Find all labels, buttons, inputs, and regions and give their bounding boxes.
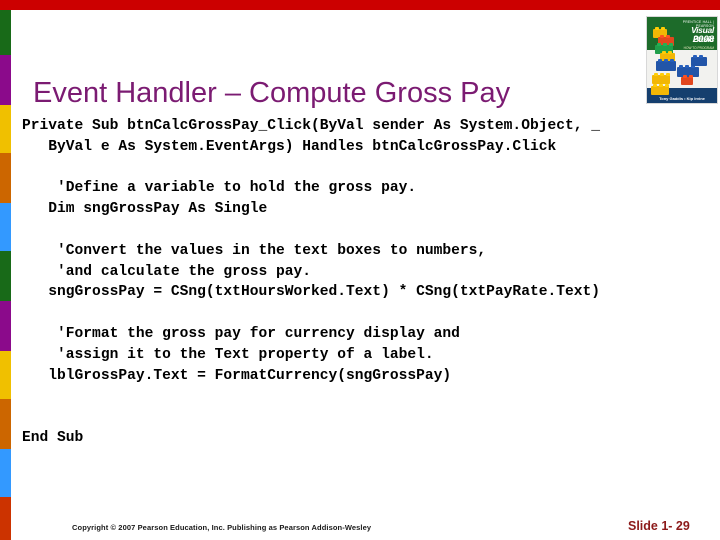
slide-canvas: Event Handler – Compute Gross Pay PRENTI… <box>0 0 720 540</box>
lego-brick <box>677 65 699 77</box>
color-strip-segment-orange <box>0 399 11 449</box>
color-strip-segment-purple <box>0 55 11 105</box>
code-line: Dim sngGrossPay As Single <box>22 201 268 218</box>
lego-stud <box>666 73 670 76</box>
lego-stud <box>660 73 664 76</box>
cover-subtitle-text: HOW TO PROGRAM <box>683 46 714 50</box>
code-line: 'Define a variable to hold the gross pay… <box>22 180 417 197</box>
lego-stud <box>661 27 665 30</box>
code-line: 'Convert the values in the text boxes to… <box>22 242 487 259</box>
lego-stud <box>666 35 670 38</box>
lego-stud <box>662 51 666 54</box>
lego-brick <box>656 59 676 71</box>
code-line: 'and calculate the gross pay. <box>22 263 312 280</box>
page-title: Event Handler – Compute Gross Pay <box>33 77 511 110</box>
color-strip-segment-green <box>0 251 11 301</box>
code-line: End Sub <box>22 429 84 446</box>
lego-stud <box>683 75 687 78</box>
lego-stud <box>655 27 659 30</box>
lego-stud <box>679 65 683 68</box>
lego-stud <box>685 65 689 68</box>
color-strip-segment-red-orange <box>0 497 11 540</box>
color-strip-segment-blue <box>0 449 11 497</box>
code-line: ByVal e As System.EventArgs) Handles btn… <box>22 138 557 155</box>
code-line: 'Format the gross pay for currency displ… <box>22 325 460 342</box>
code-line: Private Sub btnCalcGrossPay_Click(ByVal … <box>22 118 601 134</box>
lego-stud <box>663 43 667 46</box>
lego-stud <box>658 59 662 62</box>
color-strip-segment-yellow <box>0 105 11 153</box>
lego-stud <box>693 55 697 58</box>
lego-stud <box>664 59 668 62</box>
color-strip-segment-yellow <box>0 351 11 399</box>
lego-brick <box>681 75 693 85</box>
lego-stud <box>659 84 663 87</box>
book-cover-logo: PRENTICE HALL | PEARSON Visual Basic 200… <box>646 16 718 104</box>
lego-stud <box>670 59 674 62</box>
cover-year-text: 2008 <box>692 34 714 45</box>
lego-stud <box>654 73 658 76</box>
lego-stud <box>689 75 693 78</box>
lego-stud <box>665 84 669 87</box>
lego-brick <box>691 55 707 66</box>
color-strip-segment-orange <box>0 153 11 203</box>
footer-copyright: Copyright © 2007 Pearson Education, Inc.… <box>72 523 372 532</box>
lego-brick <box>652 73 670 84</box>
left-color-strip <box>0 10 11 540</box>
code-line: 'assign it to the Text property of a lab… <box>22 346 434 363</box>
lego-brick <box>651 84 669 95</box>
color-strip-segment-green <box>0 10 11 55</box>
top-accent-bar <box>0 0 720 10</box>
cover-authors-text: Tony Gaddis • Kip Irvine <box>659 96 705 101</box>
lego-stud <box>657 43 661 46</box>
book-cover-art: PRENTICE HALL | PEARSON Visual Basic 200… <box>647 17 717 103</box>
color-strip-segment-purple <box>0 301 11 351</box>
lego-stud <box>699 55 703 58</box>
code-line: lblGrossPay.Text = FormatCurrency(sngGro… <box>22 367 452 384</box>
code-line: sngGrossPay = CSng(txtHoursWorked.Text) … <box>22 284 601 301</box>
lego-stud <box>668 51 672 54</box>
code-listing: Private Sub btnCalcGrossPay_Click(ByVal … <box>22 116 712 449</box>
lego-stud <box>660 35 664 38</box>
lego-stud <box>653 84 657 87</box>
color-strip-segment-blue <box>0 203 11 251</box>
slide-number: Slide 1- 29 <box>628 519 690 533</box>
